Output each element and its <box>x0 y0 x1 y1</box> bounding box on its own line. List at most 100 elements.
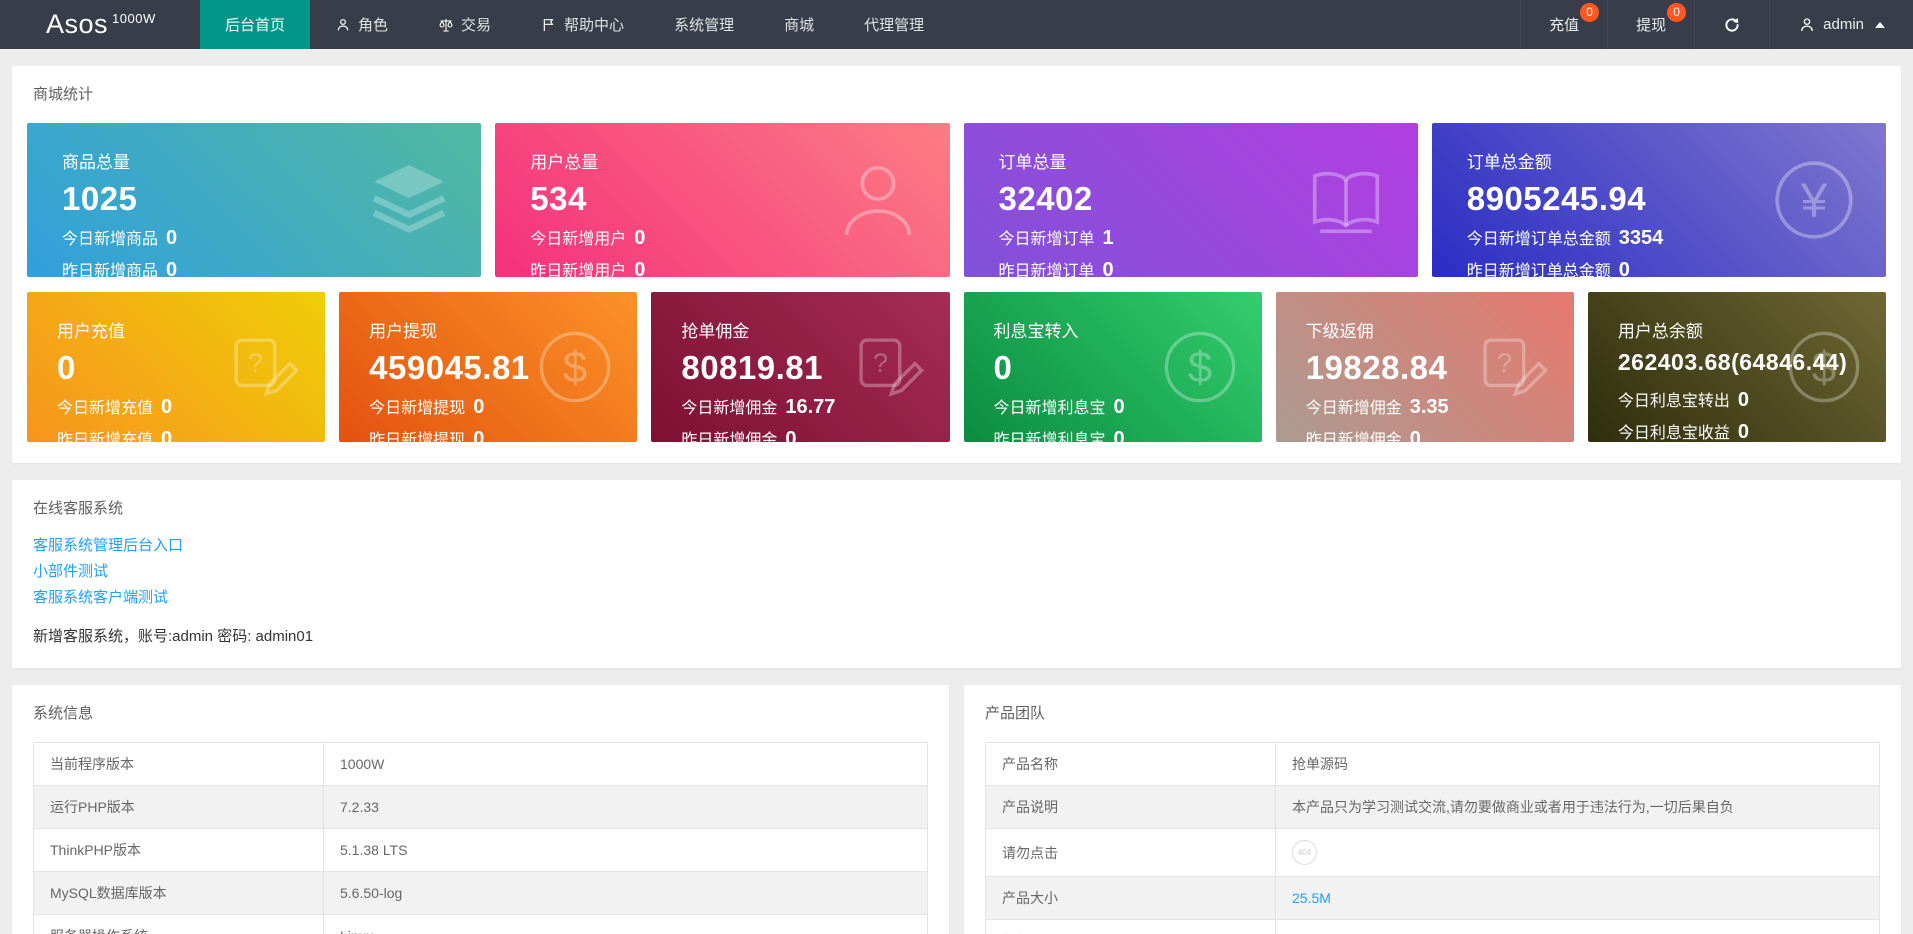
card-stat-line: 今日新增佣金3.35 <box>1306 394 1574 419</box>
table-row: 当前程序版本 1000W <box>34 743 928 786</box>
table-row: 产品大小 25.5M <box>986 877 1880 920</box>
product-size-link[interactable]: 25.5M <box>1292 890 1331 906</box>
menu-item-help-center[interactable]: 帮助中心 <box>516 0 649 49</box>
card-title: 订单总金额 <box>1467 148 1886 173</box>
service-client-test-link[interactable]: 客服系统客户端测试 <box>33 585 168 611</box>
stat-card-products: 商品总量 1025 今日新增商品0 昨日新增商品0 <box>27 123 481 277</box>
person-icon <box>335 17 351 33</box>
card-stat-line: 昨日新增用户0 <box>530 257 949 277</box>
withdraw-badge: 0 <box>1667 3 1686 22</box>
stat-card-interest-in: 利息宝转入 0 今日新增利息宝0 昨日新增利息宝0 $ <box>964 292 1262 442</box>
stat-card-user-balance: 用户总余额 262403.68(64846.44) 今日利息宝转出0 今日利息宝… <box>1588 292 1886 442</box>
recharge-badge: 0 <box>1580 3 1599 22</box>
product-team-table: 产品名称 抢单源码 产品说明 本产品只为学习测试交流,请勿要做商业或者用于违法行… <box>985 742 1880 934</box>
card-stat-line: 今日新增订单总金额3354 <box>1467 225 1886 250</box>
table-row: MySQL数据库版本 5.6.50-log <box>34 872 928 915</box>
menu-item-label: 商城 <box>784 14 814 35</box>
menu-item-label: 系统管理 <box>674 14 734 35</box>
system-info-panel: 系统信息 当前程序版本 1000W 运行PHP版本 7.2.33 ThinkPH… <box>12 685 949 934</box>
system-info-table: 当前程序版本 1000W 运行PHP版本 7.2.33 ThinkPHP版本 5… <box>33 742 928 934</box>
refresh-button[interactable] <box>1694 0 1769 49</box>
navbar-right: 充值 0 提现 0 admin <box>1520 0 1913 49</box>
card-stat-line: 昨日新增订单总金额0 <box>1467 257 1886 277</box>
card-stat-line: 昨日新增提现0 <box>369 426 637 442</box>
table-row: ThinkPHP版本 5.1.38 LTS <box>34 829 928 872</box>
404-badge-icon[interactable]: 404 <box>1292 840 1317 865</box>
table-row: 数据库 mysql <box>986 920 1880 934</box>
card-title: 用户总量 <box>530 148 949 173</box>
card-stat-line: 昨日新增佣金0 <box>681 426 949 442</box>
panel-title: 产品团队 <box>964 685 1901 736</box>
withdraw-label: 提现 <box>1636 14 1666 35</box>
card-stat-line: 今日新增利息宝0 <box>994 394 1262 419</box>
card-title: 订单总量 <box>999 148 1418 173</box>
card-stat-line: 昨日新增订单0 <box>999 257 1418 277</box>
logo-version: 1000W <box>112 11 156 26</box>
chevron-up-icon <box>1875 22 1885 28</box>
stat-card-user-withdraw: 用户提现 459045.81 今日新增提现0 昨日新增提现0 $ <box>339 292 637 442</box>
main-content: 商城统计 商品总量 1025 今日新增商品0 昨日新增商品0 <box>0 49 1913 934</box>
card-value: 459045.81 <box>369 349 637 387</box>
menu-item-system[interactable]: 系统管理 <box>649 0 759 49</box>
panel-title: 系统信息 <box>12 685 949 736</box>
menu-item-agent[interactable]: 代理管理 <box>839 0 949 49</box>
card-value: 19828.84 <box>1306 349 1574 387</box>
stat-card-sub-rebate: 下级返佣 19828.84 今日新增佣金3.35 昨日新增佣金0 ? <box>1276 292 1574 442</box>
table-row: 运行PHP版本 7.2.33 <box>34 786 928 829</box>
menu-item-label: 交易 <box>461 14 491 35</box>
stat-card-orders: 订单总量 32402 今日新增订单1 昨日新增订单0 <box>964 123 1418 277</box>
scales-icon <box>438 17 454 33</box>
menu-item-label: 帮助中心 <box>564 14 624 35</box>
panel-title: 在线客服系统 <box>12 480 1901 531</box>
card-value: 8905245.94 <box>1467 180 1886 218</box>
panel-title: 商城统计 <box>12 66 1901 117</box>
card-stat-line: 今日新增用户0 <box>530 225 949 250</box>
table-row: 产品说明 本产品只为学习测试交流,请勿要做商业或者用于违法行为,一切后果自负 <box>986 786 1880 829</box>
mall-stats-panel: 商城统计 商品总量 1025 今日新增商品0 昨日新增商品0 <box>12 66 1901 463</box>
withdraw-button[interactable]: 提现 0 <box>1607 0 1694 49</box>
table-row: 请勿点击 404 <box>986 829 1880 877</box>
person-icon <box>1798 16 1816 34</box>
widget-test-link[interactable]: 小部件测试 <box>33 559 108 585</box>
recharge-button[interactable]: 充值 0 <box>1520 0 1607 49</box>
card-value: 0 <box>994 349 1262 387</box>
menu-item-label: 后台首页 <box>225 14 285 35</box>
card-value: 0 <box>57 349 325 387</box>
flag-icon <box>541 17 557 33</box>
card-stat-line: 今日新增佣金16.77 <box>681 394 949 419</box>
card-value: 80819.81 <box>681 349 949 387</box>
stat-card-order-amount: 订单总金额 8905245.94 今日新增订单总金额3354 昨日新增订单总金额… <box>1432 123 1886 277</box>
menu-item-trade[interactable]: 交易 <box>413 0 516 49</box>
product-team-panel: 产品团队 产品名称 抢单源码 产品说明 本产品只为学习测试交流,请勿要做商业或者… <box>964 685 1901 934</box>
top-navbar: Asos 1000W 后台首页 角色 交易 <box>0 0 1913 49</box>
card-value: 534 <box>530 180 949 218</box>
card-stat-line: 今日新增商品0 <box>62 225 481 250</box>
table-row: 产品名称 抢单源码 <box>986 743 1880 786</box>
app-logo: Asos 1000W <box>0 0 200 49</box>
menu-item-label: 角色 <box>358 14 388 35</box>
card-stat-line: 昨日新增佣金0 <box>1306 426 1574 442</box>
stat-cards: 商品总量 1025 今日新增商品0 昨日新增商品0 <box>12 117 1901 463</box>
menu-item-home[interactable]: 后台首页 <box>200 0 310 49</box>
menu-item-roles[interactable]: 角色 <box>310 0 413 49</box>
card-stat-line: 今日利息宝转出0 <box>1618 387 1886 412</box>
service-admin-entry-link[interactable]: 客服系统管理后台入口 <box>33 533 183 559</box>
menu-item-label: 代理管理 <box>864 14 924 35</box>
online-service-panel: 在线客服系统 客服系统管理后台入口 小部件测试 客服系统客户端测试 新增客服系统… <box>12 480 1901 668</box>
refresh-icon <box>1723 16 1741 34</box>
user-menu[interactable]: admin <box>1769 0 1913 49</box>
stat-card-user-recharge: 用户充值 0 今日新增充值0 昨日新增充值0 ? <box>27 292 325 442</box>
username: admin <box>1823 16 1864 33</box>
card-title: 利息宝转入 <box>994 317 1262 342</box>
service-account-note: 新增客服系统，账号:admin 密码: admin01 <box>33 625 1880 646</box>
card-stat-line: 昨日新增商品0 <box>62 257 481 277</box>
card-value: 262403.68(64846.44) <box>1618 349 1886 376</box>
card-title: 商品总量 <box>62 148 481 173</box>
card-title: 用户总余额 <box>1618 317 1886 342</box>
recharge-label: 充值 <box>1549 14 1579 35</box>
table-row: 服务器操作系统 Linux <box>34 915 928 934</box>
card-stat-line: 今日新增充值0 <box>57 394 325 419</box>
menu-item-mall[interactable]: 商城 <box>759 0 839 49</box>
card-stat-line: 今日利息宝收益0 <box>1618 419 1886 442</box>
card-title: 用户充值 <box>57 317 325 342</box>
